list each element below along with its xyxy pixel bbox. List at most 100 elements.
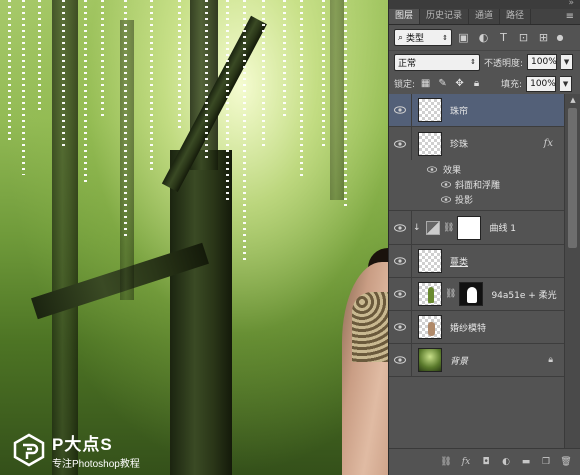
layer-thumbnail[interactable] <box>418 98 442 122</box>
new-adjustment-icon[interactable]: ◐ <box>499 455 513 469</box>
visibility-eye-icon[interactable] <box>389 106 411 114</box>
lock-transparency-icon[interactable]: ▦ <box>419 77 432 90</box>
fill-dropdown-icon[interactable]: ▼ <box>560 75 573 92</box>
layer-name[interactable]: 珠帘 <box>450 104 468 117</box>
layer-filter-row: ⌕ 类型 ⇕ ▣ ◐ T ⊡ ⊞ ● <box>389 25 580 51</box>
pearl-strand <box>22 0 25 175</box>
layer-row[interactable]: 背景 🔒︎ <box>389 344 565 377</box>
layer-thumbnail[interactable] <box>418 348 442 372</box>
tab-history[interactable]: 历史记录 <box>420 9 470 24</box>
effects-eye-icon[interactable] <box>427 166 437 173</box>
divider <box>411 245 412 277</box>
layer-effects: 效果 斜面和浮雕 投影 <box>389 160 565 211</box>
fill-input[interactable]: 100% <box>526 75 557 92</box>
add-mask-icon[interactable]: ◘ <box>479 455 493 469</box>
lock-position-icon[interactable]: ✥ <box>453 77 466 90</box>
tab-channels[interactable]: 通道 <box>469 9 501 24</box>
divider <box>411 211 412 244</box>
pearl-strand <box>8 0 11 140</box>
pearl-strand <box>283 0 286 120</box>
tab-paths[interactable]: 路径 <box>500 9 532 24</box>
pearl-strand <box>178 0 181 130</box>
new-group-icon[interactable]: ▬ <box>519 455 533 469</box>
add-style-icon[interactable]: fx <box>459 455 473 469</box>
effects-header[interactable]: 效果 <box>389 162 565 177</box>
layer-mask-thumbnail[interactable] <box>457 215 482 240</box>
lock-icon[interactable]: 🔒︎ <box>548 355 553 365</box>
chain-link-icon[interactable]: ⛓︎ <box>445 289 456 299</box>
lock-label: 锁定: <box>394 80 416 90</box>
chevron-updown-icon: ⇕ <box>442 33 448 42</box>
pearl-strand <box>243 0 246 260</box>
layer-name[interactable]: 婚纱模特 <box>450 321 486 334</box>
layer-row[interactable]: 蔓类 <box>389 245 565 278</box>
filter-pixel-icon[interactable]: ▣ <box>455 29 472 46</box>
effect-item[interactable]: 投影 <box>389 192 565 207</box>
filter-kind-select[interactable]: ⌕ 类型 ⇕ <box>394 29 452 46</box>
tree-trunk-far <box>120 20 134 300</box>
delete-layer-icon[interactable]: 🗑︎ <box>559 455 573 469</box>
chain-link-icon[interactable]: ⛓︎ <box>443 223 454 233</box>
visibility-eye-icon[interactable] <box>389 257 411 265</box>
effect-item[interactable]: 斜面和浮雕 <box>389 177 565 192</box>
layer-row[interactable]: 珍珠 fx <box>389 127 565 160</box>
layer-name[interactable]: 蔓类 <box>450 255 468 268</box>
link-layers-icon[interactable]: ⛓︎ <box>439 455 453 469</box>
filter-type-icon[interactable]: T <box>495 29 512 46</box>
layer-name[interactable]: 背景 <box>450 354 468 367</box>
visibility-eye-icon[interactable] <box>389 290 411 298</box>
layer-list: 珠帘 珍珠 fx 效果 斜面和浮雕 投影 ↓ ⛓︎ 曲线 1 蔓类 ⛓︎ 94a… <box>389 94 565 448</box>
scrollbar-thumb[interactable] <box>568 108 577 248</box>
lock-pixels-icon[interactable]: ✎ <box>436 77 449 90</box>
tab-layers[interactable]: 图层 <box>389 9 421 24</box>
divider <box>411 94 412 126</box>
effect-eye-icon[interactable] <box>441 181 451 188</box>
visibility-eye-icon[interactable] <box>389 323 411 331</box>
pearl-strand <box>124 0 127 240</box>
layer-name[interactable]: 曲线 1 <box>489 221 516 234</box>
pearl-strand <box>344 0 347 210</box>
collapse-icon[interactable]: » <box>568 0 574 8</box>
filter-shape-icon[interactable]: ⊡ <box>515 29 532 46</box>
visibility-eye-icon[interactable] <box>389 356 411 364</box>
layer-row[interactable]: 珠帘 <box>389 94 565 127</box>
layer-row[interactable]: 婚纱模特 <box>389 311 565 344</box>
layer-row[interactable]: ⛓︎ 94a51e + 柔光 <box>389 278 565 311</box>
layer-thumbnail[interactable] <box>418 315 442 339</box>
layer-list-scrollbar[interactable]: ▲ <box>564 94 580 448</box>
visibility-eye-icon[interactable] <box>389 139 411 148</box>
divider <box>411 311 412 343</box>
layer-mask-thumbnail[interactable] <box>459 282 484 306</box>
filter-smartobject-icon[interactable]: ⊞ <box>535 29 552 46</box>
filter-adjustment-icon[interactable]: ◐ <box>475 29 492 46</box>
panel-title-bar[interactable]: » <box>389 0 580 9</box>
pearl-strand <box>101 0 104 120</box>
panel-footer: ⛓︎ fx ◘ ◐ ▬ ❐ 🗑︎ <box>389 448 580 475</box>
effect-eye-icon[interactable] <box>441 196 451 203</box>
opacity-input[interactable]: 100% <box>527 54 558 70</box>
document-canvas[interactable]: P大点S 专注Photoshop教程 <box>0 0 388 475</box>
panel-tabs: 图层 历史记录 通道 路径 ≡ <box>389 9 580 25</box>
blend-mode-select[interactable]: 正常 ⇕ <box>394 53 480 71</box>
layer-thumbnail[interactable] <box>418 249 442 273</box>
visibility-eye-icon[interactable] <box>389 223 411 232</box>
filter-toggle-icon[interactable]: ● <box>555 29 565 46</box>
panel-menu-icon[interactable]: ≡ <box>566 11 574 22</box>
layer-row[interactable]: ↓ ⛓︎ 曲线 1 <box>389 211 565 245</box>
layer-thumbnail[interactable] <box>418 282 442 306</box>
watermark-brand: P大点S <box>52 435 113 454</box>
opacity-dropdown-icon[interactable]: ▼ <box>561 54 574 70</box>
pearl-strand <box>262 0 265 150</box>
fx-icon[interactable]: fx <box>544 138 553 149</box>
layer-name[interactable]: 珍珠 <box>450 137 468 150</box>
pearl-strand <box>84 0 87 185</box>
tree-trunk-left <box>52 0 78 475</box>
lock-all-icon[interactable]: 🔒︎ <box>470 77 483 90</box>
layer-thumbnail[interactable] <box>418 131 442 156</box>
scroll-up-icon[interactable]: ▲ <box>565 94 580 106</box>
divider <box>411 127 412 160</box>
divider <box>411 344 412 376</box>
layer-name[interactable]: 94a51e + 柔光 <box>491 288 556 301</box>
curves-adjustment-icon[interactable] <box>426 220 440 235</box>
new-layer-icon[interactable]: ❐ <box>539 455 553 469</box>
